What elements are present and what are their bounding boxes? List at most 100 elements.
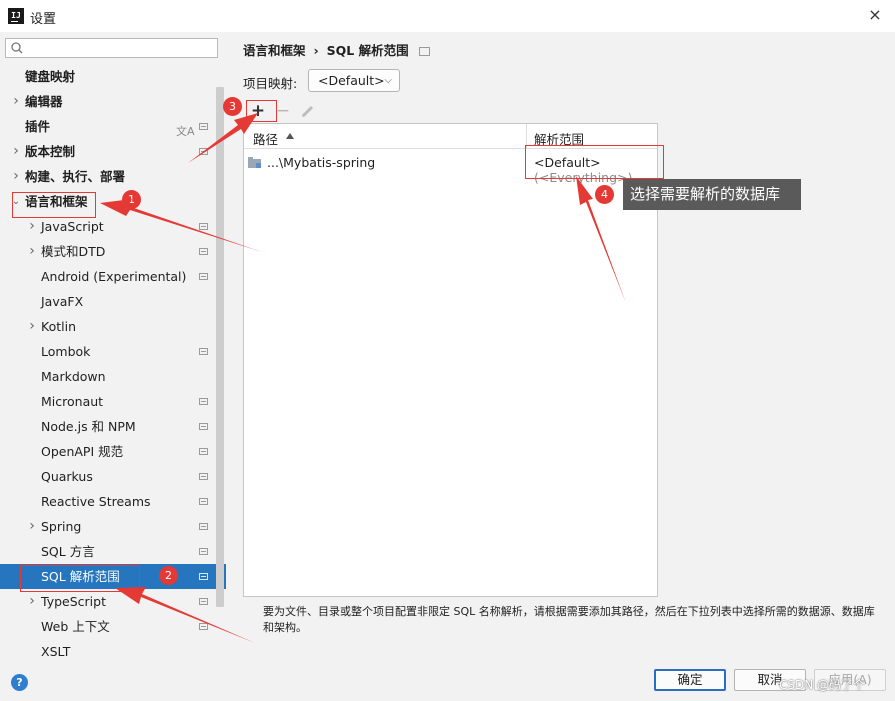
- sidebar-item-label: XSLT: [41, 644, 71, 659]
- sort-ascending-icon: [286, 133, 294, 139]
- sidebar-item-label: SQL 方言: [41, 544, 95, 559]
- sidebar-item-label: 模式和DTD: [41, 244, 106, 259]
- project-scope-icon: [199, 123, 208, 130]
- settings-search-input[interactable]: [5, 38, 218, 58]
- sidebar-item-label: Micronaut: [41, 394, 104, 409]
- project-scope-icon: [199, 423, 208, 430]
- sidebar-item[interactable]: SQL 方言: [0, 539, 226, 564]
- project-scope-icon: [199, 623, 208, 630]
- project-scope-icon: [418, 47, 430, 56]
- breadcrumb-parent[interactable]: 语言和框架: [243, 40, 306, 59]
- sidebar-item[interactable]: Markdown: [0, 364, 226, 389]
- dialog-footer: ? 确定 取消 应用(A): [0, 659, 895, 701]
- annotation-box-sql-scope: [20, 565, 140, 592]
- intellij-app-icon: IJ: [8, 8, 24, 24]
- help-icon[interactable]: ?: [11, 674, 28, 691]
- project-scope-icon: [199, 398, 208, 405]
- chevron-right-icon[interactable]: ›: [27, 239, 37, 264]
- project-scope-icon: [199, 148, 208, 155]
- sidebar-item[interactable]: › 版本控制: [0, 139, 226, 164]
- project-scope-icon: [199, 573, 208, 580]
- annotation-box-language: [12, 192, 96, 218]
- sidebar-item[interactable]: › 模式和DTD: [0, 239, 226, 264]
- search-icon: [11, 42, 23, 54]
- chevron-right-icon[interactable]: ›: [27, 514, 37, 539]
- sidebar-item[interactable]: › TypeScript: [0, 589, 226, 614]
- annotation-badge-4: 4: [595, 185, 614, 204]
- sidebar-item-label: Kotlin: [41, 319, 76, 334]
- csdn-watermark: CSDN @码了个: [779, 678, 866, 692]
- sidebar-item-label: Quarkus: [41, 469, 93, 484]
- sidebar-item[interactable]: › 构建、执行、部署: [0, 164, 226, 189]
- module-folder-icon: [248, 157, 261, 168]
- sidebar-item-label: OpenAPI 规范: [41, 444, 124, 459]
- annotation-tooltip: 选择需要解析的数据库: [623, 179, 801, 210]
- project-mapping-dropdown[interactable]: <Default> ⌵: [308, 69, 400, 92]
- sidebar-item[interactable]: 键盘映射: [0, 64, 226, 89]
- project-scope-icon: [199, 523, 208, 530]
- sidebar-item-label: 版本控制: [25, 144, 76, 159]
- project-scope-icon: [199, 273, 208, 280]
- sidebar-item-label: Markdown: [41, 369, 106, 384]
- chevron-right-icon[interactable]: ›: [27, 314, 37, 339]
- table-row-path[interactable]: ...\Mybatis-spring: [267, 155, 375, 170]
- sidebar-item[interactable]: Node.js 和 NPM: [0, 414, 226, 439]
- annotation-box-add: [246, 100, 277, 122]
- sidebar-item-label: Spring: [41, 519, 82, 534]
- project-scope-icon: [199, 248, 208, 255]
- annotation-box-scope: [525, 145, 664, 179]
- pencil-icon[interactable]: [299, 102, 317, 120]
- title-bar: IJ 设置 ×: [0, 0, 895, 32]
- sidebar-item[interactable]: Lombok: [0, 339, 226, 364]
- project-scope-icon: [199, 498, 208, 505]
- close-icon[interactable]: ×: [866, 6, 884, 24]
- project-mapping-value: <Default>: [318, 73, 385, 88]
- breadcrumb: 语言和框架 › SQL 解析范围: [243, 40, 430, 59]
- chevron-right-icon[interactable]: ›: [11, 139, 21, 164]
- project-scope-icon: [199, 598, 208, 605]
- sidebar-item[interactable]: OpenAPI 规范: [0, 439, 226, 464]
- sidebar-item-label: 插件: [25, 119, 51, 134]
- sidebar-scrollbar[interactable]: [216, 87, 224, 607]
- sidebar-item-label: TypeScript: [41, 594, 106, 609]
- sidebar-item-label: Reactive Streams: [41, 494, 151, 509]
- annotation-badge-2: 2: [159, 566, 178, 585]
- help-description: 要为文件、目录或整个项目配置非限定 SQL 名称解析，请根据需要添加其路径，然后…: [263, 605, 875, 634]
- table-toolbar: + −: [243, 99, 658, 123]
- sidebar-item[interactable]: XSLT: [0, 639, 226, 659]
- ok-button[interactable]: 确定: [654, 669, 726, 691]
- sidebar-item-label: Android (Experimental): [41, 269, 187, 284]
- sidebar-item[interactable]: Micronaut: [0, 389, 226, 414]
- sidebar-item-label: 构建、执行、部署: [25, 169, 126, 184]
- sidebar-item-label: Web 上下文: [41, 619, 110, 634]
- annotation-badge-3: 3: [223, 97, 242, 116]
- sidebar-item[interactable]: 插件 文A: [0, 114, 226, 139]
- sidebar-item-label: Lombok: [41, 344, 91, 359]
- chevron-right-icon[interactable]: ›: [11, 164, 21, 189]
- annotation-badge-1: 1: [122, 190, 141, 209]
- project-scope-icon: [199, 448, 208, 455]
- project-scope-icon: [199, 223, 208, 230]
- sidebar-item[interactable]: Reactive Streams: [0, 489, 226, 514]
- window-title: 设置: [30, 12, 57, 27]
- sidebar-item[interactable]: JavaFX: [0, 289, 226, 314]
- sidebar-item[interactable]: Android (Experimental): [0, 264, 226, 289]
- breadcrumb-separator: ›: [313, 43, 319, 58]
- project-scope-icon: [199, 348, 208, 355]
- chevron-right-icon[interactable]: ›: [27, 589, 37, 614]
- sidebar-item[interactable]: › Kotlin: [0, 314, 226, 339]
- project-mapping-label: 项目映射:: [243, 76, 298, 91]
- sidebar-item[interactable]: Quarkus: [0, 464, 226, 489]
- breadcrumb-current: SQL 解析范围: [326, 43, 409, 58]
- column-header-path[interactable]: 路径: [253, 129, 278, 148]
- sidebar-item[interactable]: › Spring: [0, 514, 226, 539]
- sidebar-item-label: JavaFX: [41, 294, 84, 309]
- chevron-right-icon[interactable]: ›: [11, 89, 21, 114]
- sidebar-item[interactable]: Web 上下文: [0, 614, 226, 639]
- sidebar-item-label: Node.js 和 NPM: [41, 419, 136, 434]
- sidebar-item-label: 编辑器: [25, 94, 63, 109]
- sidebar-item-label: 键盘映射: [25, 69, 76, 84]
- sidebar-item[interactable]: › 编辑器: [0, 89, 226, 114]
- project-scope-icon: [199, 473, 208, 480]
- project-scope-icon: [199, 548, 208, 555]
